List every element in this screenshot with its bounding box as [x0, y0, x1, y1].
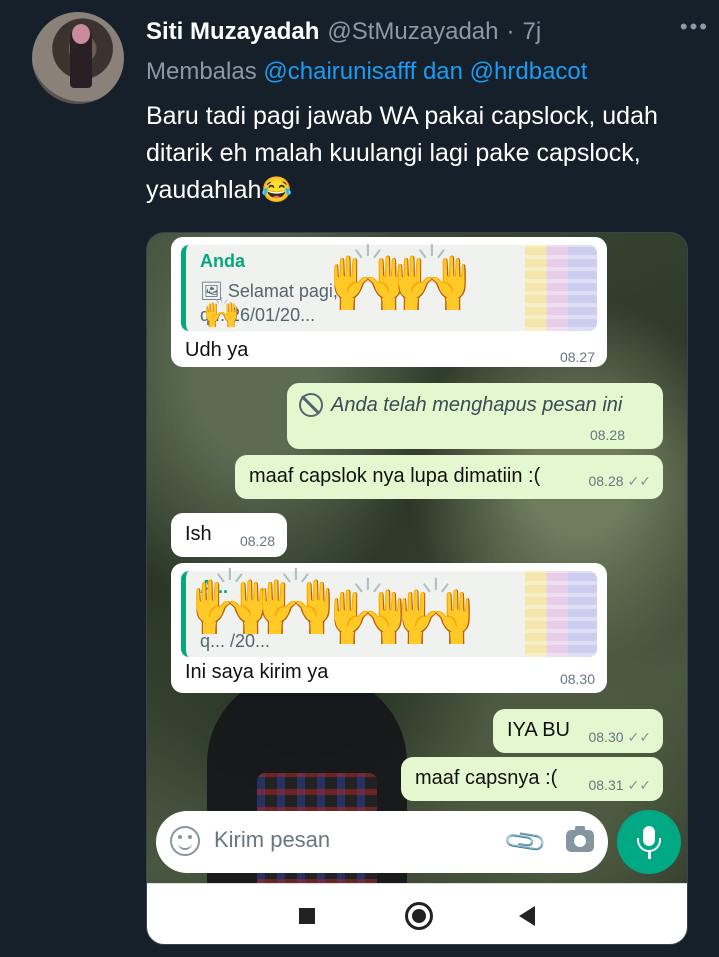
quote-thumbnail [525, 571, 597, 657]
deleted-message-text: Anda telah menghapus pesan ini [331, 394, 623, 416]
message-time: 08.28 ✓✓ [588, 473, 651, 490]
prohibited-icon [299, 393, 323, 417]
quote-author: Anda [200, 251, 245, 271]
more-options-icon[interactable]: ••• [680, 14, 709, 40]
censor-emoji: 🙌 [391, 241, 474, 315]
quote-thumbnail [525, 245, 597, 331]
replying-prefix: Membalas [146, 58, 257, 85]
read-ticks-icon: ✓✓ [627, 777, 651, 793]
censor-emoji: 🙌 [395, 575, 478, 649]
message-time: 08.31 ✓✓ [588, 777, 651, 794]
message-time: 08.27 [559, 349, 595, 365]
camera-icon[interactable] [566, 826, 594, 852]
censor-emoji: 🙌 [255, 565, 338, 639]
time-text: 08.31 [588, 777, 624, 793]
message-input-bar[interactable]: Kirim pesan 📎 [156, 811, 608, 873]
message-text: IYA BU [507, 719, 570, 741]
attachment-clip-icon[interactable]: 📎 [501, 818, 549, 866]
read-ticks-icon: ✓✓ [627, 473, 651, 489]
time-text: 08.28 [588, 473, 624, 489]
message-time: 08.30 ✓✓ [588, 729, 651, 746]
microphone-icon-stem [647, 852, 651, 859]
home-icon[interactable] [405, 902, 433, 930]
tweet-time[interactable]: 7j [523, 18, 542, 46]
message-text: Udh ya [185, 339, 249, 361]
microphone-button[interactable] [617, 810, 681, 874]
message-time: 08.30 [559, 671, 595, 687]
emoji-icon[interactable] [170, 826, 200, 856]
tweet-text: Baru tadi pagi jawab WA pakai capslock, … [146, 102, 658, 204]
replying-to-link[interactable]: @chairunisafff dan @hrdbacot [263, 58, 587, 85]
message-text: Ini saya kirim ya [185, 661, 329, 683]
avatar-hood [72, 24, 90, 44]
message-input-placeholder[interactable]: Kirim pesan [214, 827, 330, 853]
tweet-media-image[interactable]: Anda 🖼 Selamat pagi, ... q... 26/01/20..… [146, 232, 688, 945]
android-navigation-bar [147, 883, 687, 944]
message-bubble-outgoing[interactable]: maaf capsnya :( 08.31 ✓✓ [401, 757, 663, 801]
time-text: 08.30 [588, 729, 624, 745]
tweet-header: Siti Muzayadah @StMuzayadah · 7j [146, 15, 699, 49]
censor-emoji: 🙌 [203, 297, 241, 330]
message-bubble-outgoing[interactable]: IYA BU 08.30 ✓✓ [493, 709, 663, 753]
author-avatar[interactable] [32, 12, 124, 104]
author-handle[interactable]: @StMuzayadah [327, 18, 498, 46]
recent-apps-icon[interactable] [299, 908, 315, 924]
replying-to: Membalas @chairunisafff dan @hrdbacot [146, 58, 587, 86]
message-bubble-outgoing[interactable]: maaf capslok nya lupa dimatiin :( 08.28 ✓… [235, 455, 663, 499]
message-text: maaf capsnya :( [415, 767, 558, 789]
message-bubble-incoming[interactable]: Ish 08.28 [171, 513, 287, 557]
message-bubble-deleted[interactable]: Anda telah menghapus pesan ini 08.28 [287, 383, 663, 449]
message-time: 08.28 [239, 533, 275, 549]
back-icon[interactable] [519, 906, 535, 926]
microphone-icon-stand [637, 838, 661, 852]
message-text: Ish [185, 523, 212, 545]
message-time: 08.28 [589, 427, 625, 443]
separator: · [506, 18, 515, 45]
message-text: maaf capslok nya lupa dimatiin :( [249, 465, 541, 487]
read-ticks-icon: ✓✓ [627, 729, 651, 745]
author-name[interactable]: Siti Muzayadah [146, 18, 319, 46]
